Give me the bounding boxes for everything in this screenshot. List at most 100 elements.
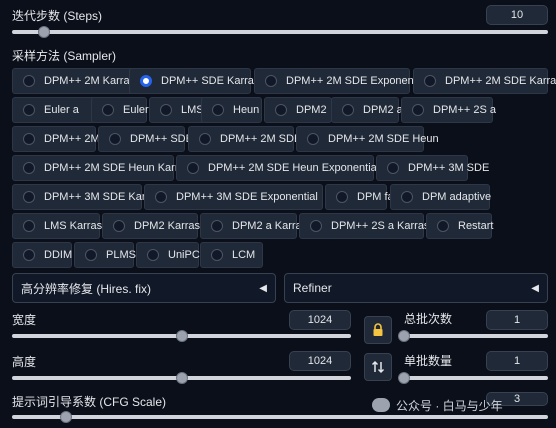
radio-icon [199, 133, 211, 145]
sampler-option[interactable]: Restart [426, 213, 493, 239]
sampler-option[interactable]: DPM++ 3M SDE [376, 155, 489, 181]
radio-icon [424, 75, 436, 87]
sampler-option-label: DPM2 Karras [134, 220, 201, 232]
sampler-option[interactable]: Euler [91, 97, 149, 123]
sampler-option[interactable]: LMS Karras [12, 213, 103, 239]
sampler-option[interactable]: UniPC [136, 242, 200, 268]
batch-size-label: 单批数量 [404, 354, 453, 368]
sampler-option[interactable]: DPM++ 2M SDE Heun Karras [12, 155, 190, 181]
radio-icon [412, 104, 424, 116]
sampler-option[interactable]: Heun [201, 97, 262, 123]
radio-icon [23, 104, 35, 116]
radio-icon [23, 249, 35, 261]
width-slider[interactable] [12, 330, 351, 342]
sampler-option[interactable]: DPM++ 2M SDE Heun Exponential [176, 155, 379, 181]
sampler-option-label: DPM++ SDE [130, 133, 193, 145]
sampler-option[interactable]: DPM2 a [331, 97, 403, 123]
radio-icon [140, 75, 152, 87]
steps-label: 迭代步数 (Steps) [12, 9, 103, 23]
radio-icon [23, 75, 35, 87]
sampler-option[interactable]: DPM++ 2M SDE Exponential [254, 68, 428, 94]
radio-icon [23, 191, 35, 203]
sampler-option-label: Heun [233, 104, 260, 116]
radio-icon [342, 104, 354, 116]
sampler-option[interactable]: DPM++ 3M SDE Exponential [144, 184, 323, 210]
watermark: 公众号 · 白马与少年 [372, 394, 503, 416]
cfg-scale-label: 提示词引导系数 (CFG Scale) [12, 395, 167, 409]
height-slider-thumb[interactable] [175, 372, 188, 384]
sampler-option-label: DPM++ 2M SDE Heun Exponential [208, 162, 380, 174]
hires-fix-accordion[interactable]: 高分辨率修复 (Hires. fix) ◀ [12, 273, 276, 303]
sampler-option[interactable]: DPM2 Karras [102, 213, 201, 239]
lock-aspect-button[interactable] [364, 316, 392, 344]
batch-size-input[interactable]: 1 [486, 351, 548, 371]
radio-icon [336, 191, 348, 203]
cfg-scale-slider-thumb[interactable] [59, 411, 72, 423]
sampler-option[interactable]: DPM++ SDE [98, 126, 193, 152]
batch-size-slider-thumb[interactable] [398, 372, 410, 384]
lock-icon [373, 323, 383, 336]
sampler-option[interactable]: DDIM [12, 242, 72, 268]
sampler-option-label: LCM [232, 249, 256, 261]
sampler-option-label: DPM++ 2M SDE Exponential [286, 75, 428, 87]
height-value-input[interactable]: 1024 [289, 351, 351, 371]
radio-icon [23, 162, 35, 174]
radio-icon [102, 104, 114, 116]
sampler-option[interactable]: Euler a [12, 97, 100, 123]
sampler-option[interactable]: DPM++ 2M SDE [188, 126, 301, 152]
sampler-label: 采样方法 (Sampler) [12, 49, 117, 63]
radio-icon [401, 191, 413, 203]
refiner-label: Refiner [293, 281, 332, 295]
sampler-option-label: DPM adaptive [422, 191, 492, 203]
sampler-option[interactable]: PLMS [74, 242, 136, 268]
steps-slider-track [12, 30, 548, 34]
batch-count-input[interactable]: 1 [486, 310, 548, 330]
sampler-option[interactable]: DPM2 [264, 97, 332, 123]
sampler-option[interactable]: DPM++ 2S a Karras [299, 213, 429, 239]
batch-size-slider-track [404, 376, 548, 380]
sampler-option[interactable]: DPM++ 2M [12, 126, 100, 152]
batch-count-slider-thumb[interactable] [398, 330, 410, 342]
sampler-option[interactable]: DPM fast [325, 184, 402, 210]
sampler-option-label: DPM2 a Karras [232, 220, 308, 232]
refiner-accordion[interactable]: Refiner ◀ [284, 273, 548, 303]
batch-count-slider-track [404, 334, 548, 338]
batch-count-slider[interactable] [398, 330, 548, 342]
steps-slider[interactable] [12, 26, 548, 38]
radio-icon [147, 249, 159, 261]
radio-icon [265, 75, 277, 87]
sampler-option[interactable]: DPM++ 2M Karras [12, 68, 138, 94]
sampler-option[interactable]: DPM2 a Karras [200, 213, 307, 239]
width-value-input[interactable]: 1024 [289, 310, 351, 330]
radio-icon [23, 133, 35, 145]
height-slider[interactable] [12, 372, 351, 384]
sampler-option-label: UniPC [168, 249, 200, 261]
sampler-option[interactable]: DPM++ 2M SDE Karras [413, 68, 556, 94]
hires-fix-label: 高分辨率修复 (Hires. fix) [21, 281, 151, 296]
sampler-option[interactable]: DPM++ 2S a [401, 97, 496, 123]
sampler-option[interactable]: DPM++ 2M SDE Heun [296, 126, 439, 152]
sampler-option[interactable]: DPM++ 3M SDE Karras [12, 184, 161, 210]
sampler-option[interactable]: LCM [200, 242, 263, 268]
sampler-option-label: DPM++ 3M SDE [408, 162, 490, 174]
radio-icon [23, 220, 35, 232]
batch-size-slider[interactable] [398, 372, 548, 384]
triangle-left-icon: ◀ [259, 282, 267, 294]
sampler-option[interactable]: DPM adaptive [390, 184, 492, 210]
width-slider-thumb[interactable] [175, 330, 188, 342]
radio-icon [275, 104, 287, 116]
sampler-option-label: DPM++ SDE Karras [161, 75, 260, 87]
steps-value-input[interactable]: 10 [486, 5, 548, 25]
sampler-option[interactable]: LMS [149, 97, 208, 123]
steps-slider-thumb[interactable] [38, 26, 51, 38]
radio-icon [160, 104, 172, 116]
radio-icon [85, 249, 97, 261]
sampler-option-label: PLMS [106, 249, 136, 261]
swap-dimensions-button[interactable] [364, 353, 392, 381]
radio-icon [187, 162, 199, 174]
swap-icon [371, 360, 385, 374]
radio-icon [437, 220, 449, 232]
sampler-option[interactable]: DPM++ SDE Karras [129, 68, 259, 94]
sampler-option-label: DPM++ 2S a [433, 104, 496, 116]
sampler-option-label: LMS Karras [44, 220, 103, 232]
